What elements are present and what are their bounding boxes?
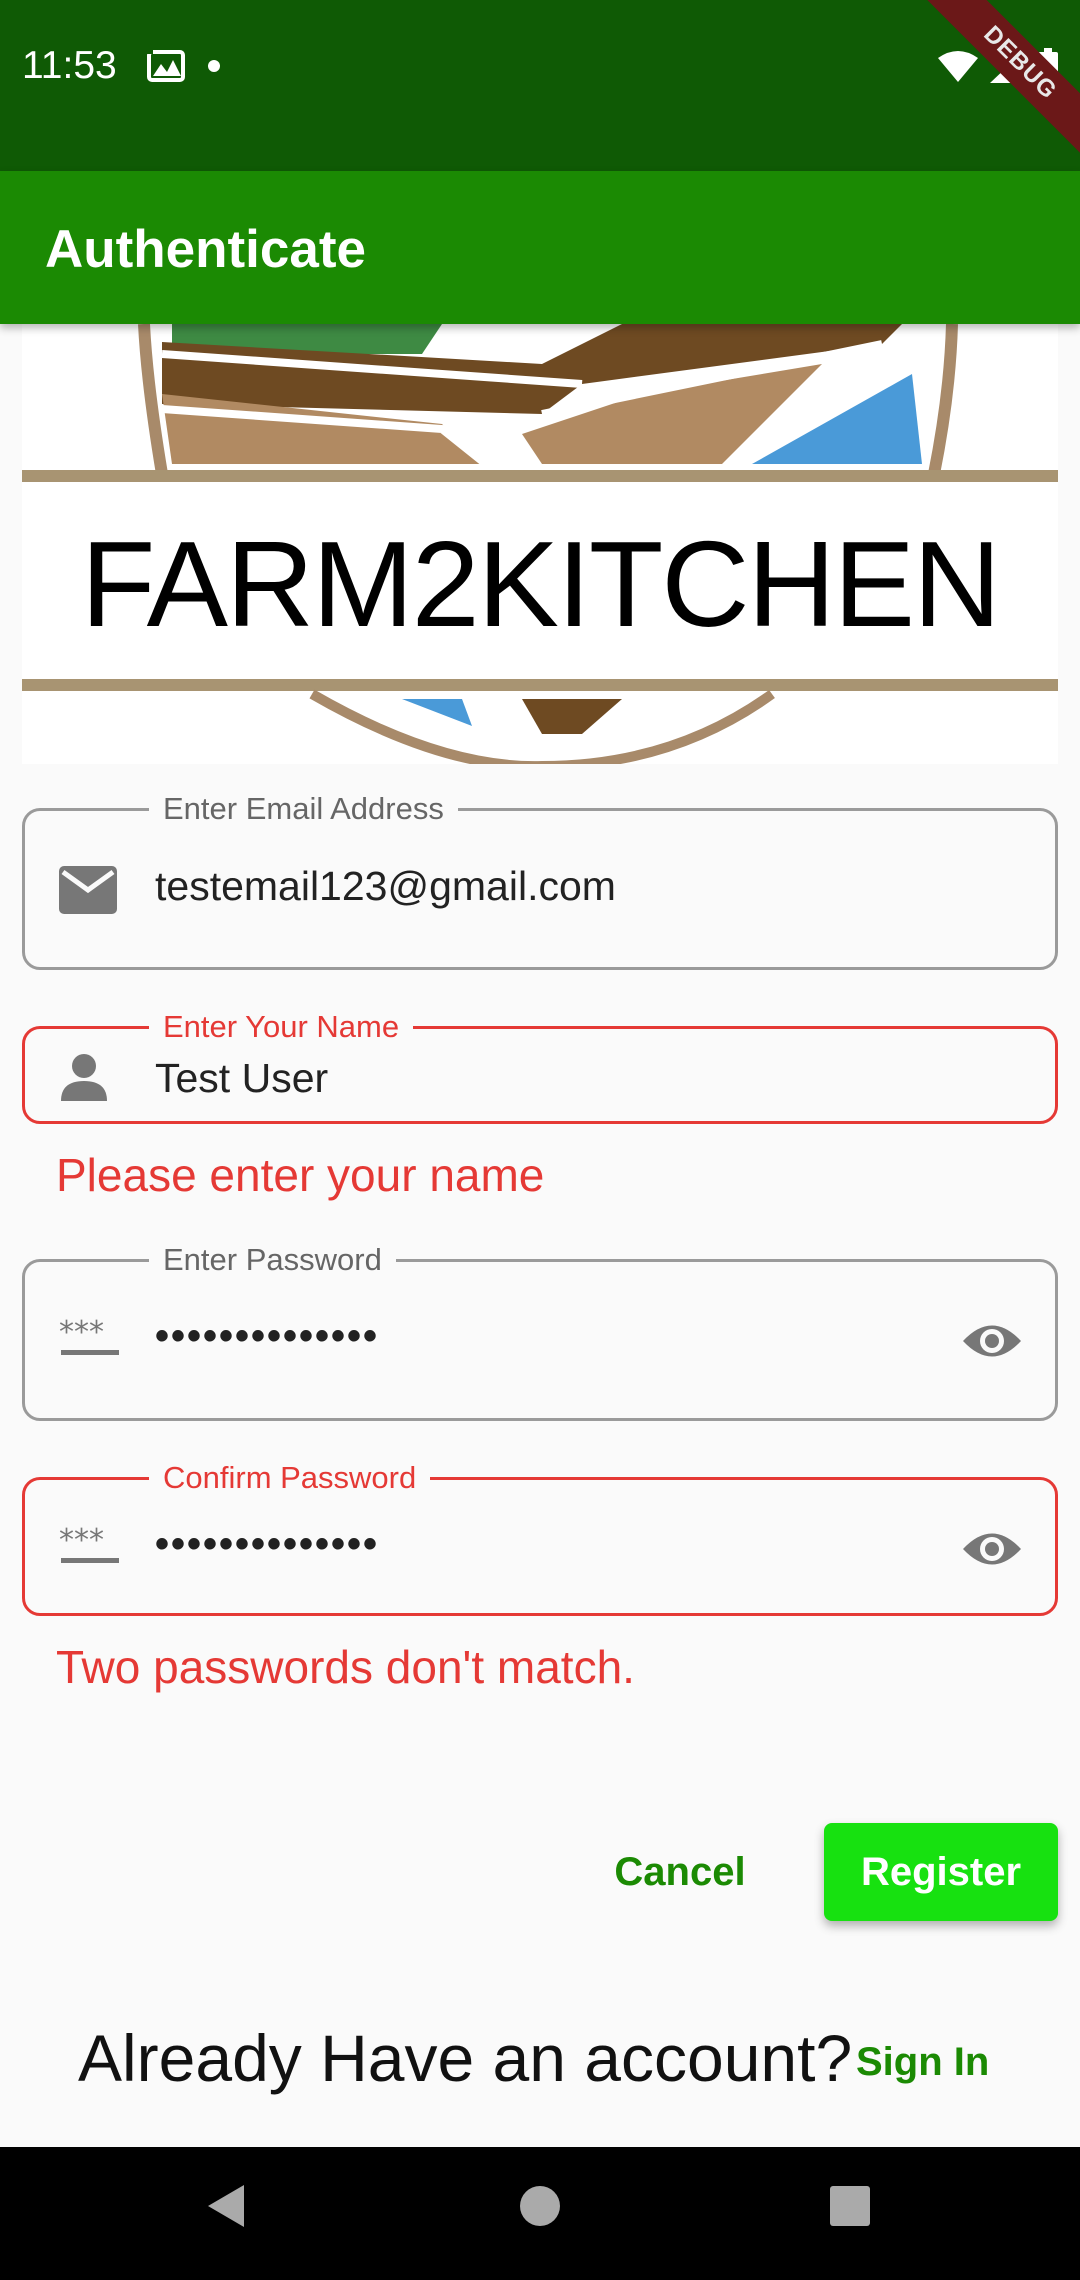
back-icon[interactable] [204,2181,248,2236]
dot-notification-icon [207,59,221,78]
password-field[interactable]: Enter Password *** •••••••••••••• [22,1240,1058,1421]
password-field-value: •••••••••••••• [155,1314,380,1358]
svg-text:***: *** [59,1526,104,1558]
email-field-label: Enter Email Address [149,789,458,829]
page-title: Authenticate [45,220,366,279]
sign-in-link[interactable]: Sign In [856,2040,989,2085]
confirm-password-field-value: •••••••••••••• [155,1522,380,1566]
name-field[interactable]: Enter Your Name Test User [22,1007,1058,1124]
password-icon: *** [59,1315,121,1363]
app-bar: Authenticate [0,171,1080,324]
svg-text:***: *** [59,1318,104,1350]
password-field-label: Enter Password [149,1240,396,1280]
register-button[interactable]: Register [824,1823,1058,1921]
recents-icon[interactable] [828,2181,872,2236]
name-error-text: Please enter your name [56,1149,545,1201]
status-time: 11:53 [22,44,117,87]
navigation-bar [0,2147,1080,2280]
show-password-icon[interactable] [961,1320,1023,1367]
password-icon: *** [59,1523,121,1571]
already-have-account-text: Already Have an account? [78,2021,853,2095]
name-field-label: Enter Your Name [149,1007,414,1047]
show-confirm-password-icon[interactable] [961,1528,1023,1575]
person-icon [59,1053,109,1106]
wifi-icon [938,50,978,87]
gallery-notification-icon [145,48,187,89]
farm2kitchen-logo: FARM2KITCHEN [22,324,1058,764]
status-bar: 11:53 DEBUG [0,0,1080,171]
confirm-password-field[interactable]: Confirm Password *** •••••••••••••• [22,1458,1058,1616]
home-icon[interactable] [518,2181,562,2236]
email-field[interactable]: Enter Email Address testemail123@gmail.c… [22,789,1058,970]
email-field-value: testemail123@gmail.com [155,863,616,909]
email-icon [59,866,117,919]
confirm-password-field-label: Confirm Password [149,1458,431,1498]
confirm-password-error-text: Two passwords don't match. [56,1641,635,1693]
logo-text: FARM2KITCHEN [80,516,1001,652]
name-field-value: Test User [155,1055,329,1101]
cancel-button[interactable]: Cancel [590,1830,770,1914]
